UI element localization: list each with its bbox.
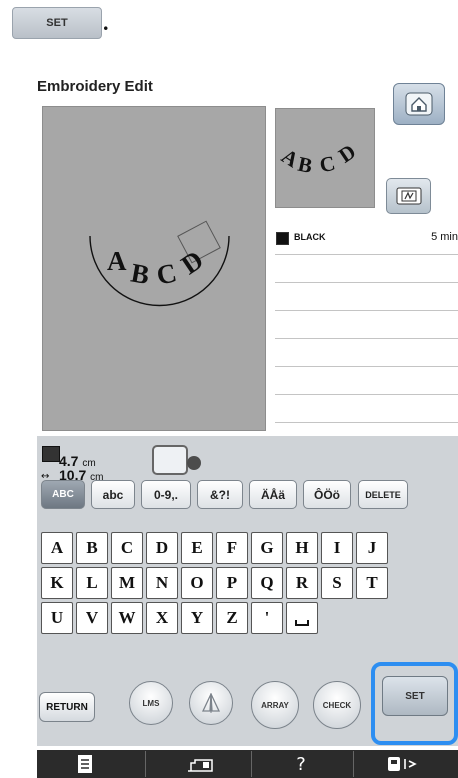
key[interactable]: F — [216, 532, 248, 564]
key[interactable]: W — [111, 602, 143, 634]
key[interactable]: X — [146, 602, 178, 634]
key[interactable]: U — [41, 602, 73, 634]
mirror-icon — [201, 693, 221, 713]
key[interactable]: D — [146, 532, 178, 564]
array-button[interactable]: ARRAY — [251, 681, 299, 729]
list-divider — [275, 338, 458, 339]
embroidery-edit-screen: Embroidery Edit A B C D A B C D BLACK 5 … — [37, 75, 458, 778]
key[interactable]: E — [181, 532, 213, 564]
sewing-machine-button[interactable] — [167, 751, 233, 777]
presser-foot-icon — [388, 757, 417, 771]
embroidery-canvas[interactable]: A B C D — [42, 106, 266, 431]
set-button[interactable]: SET — [382, 676, 448, 716]
key[interactable]: G — [251, 532, 283, 564]
tab-lowercase[interactable]: abc — [91, 480, 135, 509]
embroidery-frame-icon — [152, 445, 188, 475]
key[interactable]: H — [286, 532, 318, 564]
list-divider — [275, 394, 458, 395]
sewing-time: 5 min — [431, 231, 458, 243]
list-divider — [275, 282, 458, 283]
design-preview-thumbnail: A B C D — [275, 108, 375, 208]
delete-button[interactable]: DELETE — [358, 480, 408, 509]
key[interactable]: O — [181, 567, 213, 599]
thread-color-name: BLACK — [294, 232, 326, 242]
frame-status-icon — [187, 456, 201, 470]
key[interactable]: Z — [216, 602, 248, 634]
thread-swatch — [276, 232, 289, 245]
svg-text:C: C — [154, 257, 179, 290]
bar-divider — [353, 751, 354, 777]
space-key[interactable] — [286, 602, 318, 634]
key[interactable]: A — [41, 532, 73, 564]
key[interactable]: Q — [251, 567, 283, 599]
size-indicator-icon — [42, 446, 60, 462]
lms-button[interactable]: LMS — [129, 681, 173, 725]
key[interactable]: P — [216, 567, 248, 599]
svg-text:D: D — [176, 244, 209, 280]
tab-uppercase[interactable]: ABC — [41, 480, 85, 509]
instruction-period: . — [103, 10, 109, 35]
bar-divider — [145, 751, 146, 777]
embroidery-frame-view-button[interactable] — [386, 178, 431, 214]
list-divider — [275, 310, 458, 311]
presser-foot-button[interactable] — [367, 751, 437, 777]
svg-text:D: D — [334, 139, 360, 167]
key[interactable]: I — [321, 532, 353, 564]
home-button[interactable] — [393, 83, 445, 125]
key[interactable]: N — [146, 567, 178, 599]
return-button[interactable]: RETURN — [39, 692, 95, 722]
key[interactable]: V — [76, 602, 108, 634]
tab-numbers[interactable]: 0-9,. — [141, 480, 191, 509]
key[interactable]: S — [321, 567, 353, 599]
frame-view-icon — [396, 187, 421, 205]
page-title: Embroidery Edit — [37, 78, 153, 95]
key[interactable]: J — [356, 532, 388, 564]
key[interactable]: K — [41, 567, 73, 599]
svg-text:A: A — [107, 246, 127, 276]
tab-accented-o[interactable]: ÔÖö — [303, 480, 351, 509]
key[interactable]: C — [111, 532, 143, 564]
key[interactable]: T — [356, 567, 388, 599]
arc-text-design: A B C D — [89, 220, 230, 307]
key[interactable]: ' — [251, 602, 283, 634]
key[interactable]: L — [76, 567, 108, 599]
thread-color-row: BLACK 5 min — [275, 231, 458, 247]
key[interactable]: M — [111, 567, 143, 599]
mirror-button[interactable] — [189, 681, 233, 725]
document-icon — [78, 755, 92, 773]
bar-divider — [251, 751, 252, 777]
list-divider — [275, 422, 458, 423]
home-icon — [405, 92, 433, 116]
key[interactable]: B — [76, 532, 108, 564]
space-icon — [295, 620, 309, 626]
tab-accented-a[interactable]: ÄÅä — [249, 480, 297, 509]
check-button[interactable]: CHECK — [313, 681, 361, 729]
svg-text:C: C — [317, 151, 337, 178]
tab-symbols[interactable]: &?! — [197, 480, 243, 509]
preview-design: A B C D — [277, 139, 360, 178]
set-button-reference: SET — [12, 7, 102, 39]
manual-button[interactable] — [57, 751, 113, 777]
svg-text:B: B — [129, 258, 152, 291]
list-divider — [275, 254, 458, 255]
key[interactable]: R — [286, 567, 318, 599]
sewing-machine-icon — [188, 759, 213, 772]
help-button[interactable]: ? — [273, 751, 329, 777]
list-divider — [275, 366, 458, 367]
key[interactable]: Y — [181, 602, 213, 634]
